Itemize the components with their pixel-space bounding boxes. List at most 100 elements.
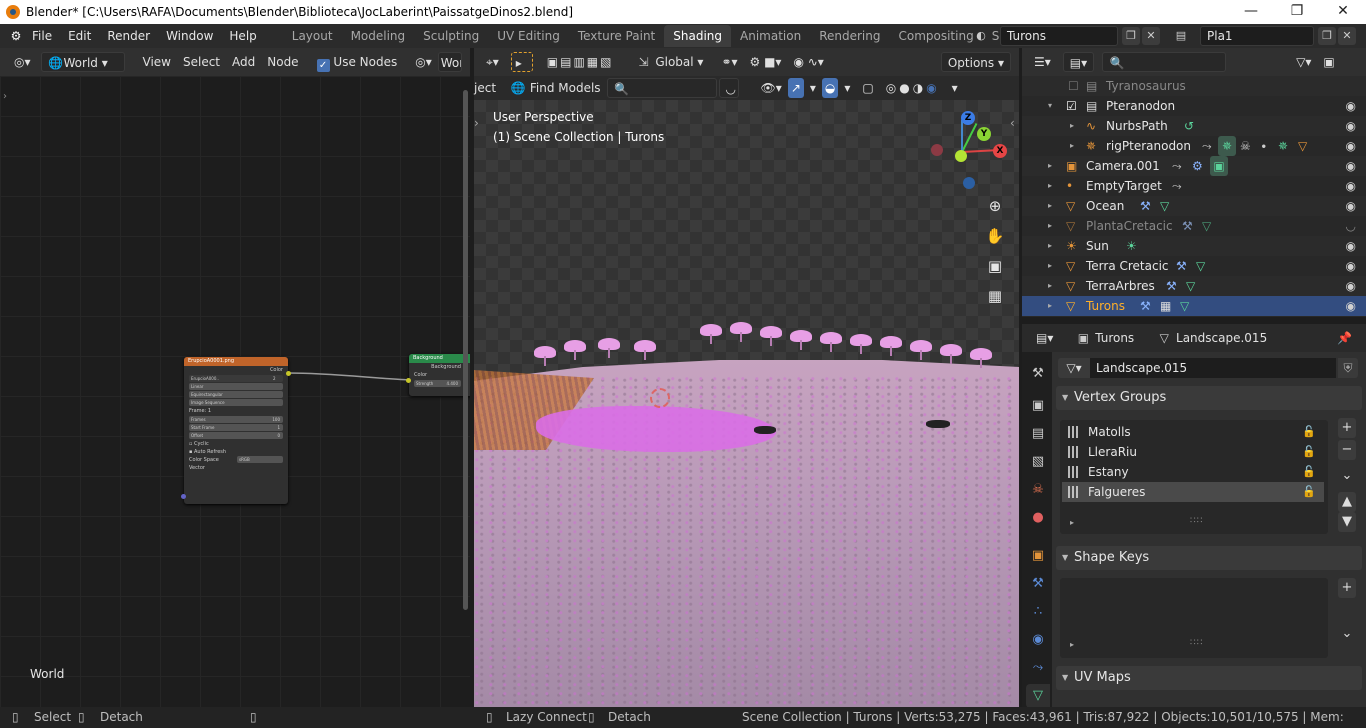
pin-icon[interactable]: 📌 xyxy=(1331,328,1358,348)
mesh-name-field[interactable]: Landscape.015 xyxy=(1090,358,1336,378)
viewport-editor-type-icon[interactable]: ⌖▾ xyxy=(480,52,505,72)
checkbox-checked-icon[interactable]: ☑ xyxy=(1066,96,1077,116)
gizmo-y-axis[interactable]: Y xyxy=(977,127,991,141)
auto-refresh-checkbox[interactable]: ▪ Auto Refresh xyxy=(184,448,288,456)
expand-arrow-icon[interactable]: ▸ xyxy=(1048,176,1052,196)
overlays-toggle-icon[interactable]: ◒ xyxy=(821,78,839,98)
vertex-groups-panel-header[interactable]: ▼ Vertex Groups xyxy=(1056,386,1362,410)
eye-icon[interactable]: ◉ xyxy=(1346,256,1356,276)
toolbar-toggle-icon[interactable]: › xyxy=(474,116,479,130)
node-editor-canvas[interactable]: › ErupcioA0001.png Color ErupcioA000.. 2 … xyxy=(0,76,470,707)
vertex-groups-list[interactable]: Matolls 🔓 LleraRiu 🔓 Estany 🔓 Falgueres 🔓 ▸ … xyxy=(1060,420,1328,534)
outliner-item-tyranosaurus[interactable]: ☐ ▤ Tyranosaurus xyxy=(1022,76,1366,96)
pivot-icon[interactable]: ⚭▾ xyxy=(715,52,743,72)
remove-scene-icon[interactable]: ✕ xyxy=(1142,27,1160,45)
outliner-item-camera[interactable]: ▸ ▣ Camera.001 ⤳ ⚙ ▣ ◉ xyxy=(1022,156,1366,176)
zoom-icon[interactable]: ⊕ xyxy=(985,196,1005,216)
use-nodes-checkbox[interactable]: ✓ Use Nodes xyxy=(311,52,404,72)
background-color-input-socket[interactable] xyxy=(406,378,411,383)
close-window-button[interactable]: ✕ xyxy=(1320,0,1366,24)
color-space-dropdown[interactable]: sRGB xyxy=(237,456,283,463)
eye-icon[interactable]: ◉ xyxy=(1346,96,1356,116)
menu-select[interactable]: Select xyxy=(177,52,226,72)
add-shape-key-button[interactable]: + xyxy=(1338,578,1356,598)
move-down-button[interactable]: ▼ xyxy=(1338,512,1356,532)
image-datablock-field[interactable]: ErupcioA000.. 2 xyxy=(189,375,283,382)
offset-field[interactable]: Offset 0 xyxy=(189,432,283,439)
outliner-item-ocean[interactable]: ▸ ▽ Ocean ⚒ ▽ ◉ xyxy=(1022,196,1366,216)
expand-arrow-icon[interactable]: ▸ xyxy=(1048,196,1052,216)
view-layer-icon[interactable]: ▤ xyxy=(1172,27,1190,45)
resize-handle-icon[interactable]: ∷∷ xyxy=(1190,638,1203,648)
color-output-socket[interactable] xyxy=(286,371,291,376)
rendered-shading-icon[interactable]: ◉ xyxy=(926,81,939,95)
shading-mode-icons[interactable]: ◎●◑◉ xyxy=(880,78,946,98)
shading-dropdown-icon[interactable]: ▾ xyxy=(946,78,964,98)
projection-dropdown[interactable]: Equirectangular xyxy=(189,391,283,398)
maximize-button[interactable]: ❐ xyxy=(1274,0,1320,24)
outliner-item-nurbspath[interactable]: ▸ ∿ NurbsPath ↺ ◉ xyxy=(1022,116,1366,136)
eye-icon[interactable]: ◉ xyxy=(1346,296,1356,316)
gizmo-dropdown-icon[interactable]: ▾ xyxy=(804,78,822,98)
editor-type-icon[interactable]: ◎▾ xyxy=(8,52,37,72)
expand-arrow-icon[interactable]: ▸ xyxy=(1048,276,1052,296)
gizmo-neg-x[interactable] xyxy=(931,144,943,156)
interpolation-dropdown[interactable]: Linear xyxy=(189,383,283,390)
move-up-button[interactable]: ▲ xyxy=(1338,492,1356,512)
shape-keys-list[interactable]: ▸ ∷∷ xyxy=(1060,578,1328,658)
output-tab-icon[interactable]: ▤ xyxy=(1026,422,1050,446)
eye-closed-icon[interactable]: ◡ xyxy=(1346,216,1356,236)
mesh-browse-icon[interactable]: ▽▾ xyxy=(1058,358,1090,378)
source-dropdown[interactable]: Image Sequence xyxy=(189,399,283,406)
scene-name-field[interactable]: Turons xyxy=(1000,26,1118,46)
object-menu[interactable]: ject xyxy=(474,78,496,98)
minimize-button[interactable]: — xyxy=(1228,0,1274,24)
viewport-search-field[interactable]: 🔍 xyxy=(606,78,717,98)
tab-uv-editing[interactable]: UV Editing xyxy=(488,25,569,47)
menu-edit[interactable]: Edit xyxy=(60,24,99,48)
outliner-item-pteranodon[interactable]: ▾ ☑ ▤ Pteranodon ◉ xyxy=(1022,96,1366,116)
image-texture-node[interactable]: ErupcioA0001.png Color ErupcioA000.. 2 Li… xyxy=(181,357,291,504)
eye-icon[interactable]: ◉ xyxy=(1346,156,1356,176)
shape-keys-panel-header[interactable]: ▼ Shape Keys xyxy=(1056,546,1362,570)
vertex-group-item[interactable]: Matolls 🔓 xyxy=(1062,422,1324,442)
add-vertex-group-button[interactable]: + xyxy=(1338,418,1356,438)
lock-icon[interactable]: 🔓 xyxy=(1302,462,1316,482)
find-models-button[interactable]: 🌐 Find Models xyxy=(504,78,607,98)
proportional-edit-icon[interactable]: ◉ ∿▾ xyxy=(787,52,829,72)
vertex-group-specials-icon[interactable]: ⌄ xyxy=(1338,466,1356,486)
tab-layout[interactable]: Layout xyxy=(283,25,342,47)
display-mode-icon[interactable]: ▤▾ xyxy=(1062,52,1095,72)
xray-icon[interactable]: ▢ xyxy=(856,78,879,98)
expand-arrow-icon[interactable]: ▸ xyxy=(1070,136,1074,156)
options-dropdown[interactable]: Options ▾ xyxy=(940,52,1011,72)
fake-user-shield-icon[interactable]: ⛨ xyxy=(1338,358,1358,378)
gizmo-toggle-icon[interactable]: ↗ xyxy=(787,78,804,98)
vertex-group-item[interactable]: Estany 🔓 xyxy=(1062,462,1324,482)
scene-tab-icon[interactable]: ☠ xyxy=(1026,478,1050,502)
outliner-item-plantacretacic[interactable]: ▸ ▽ PlantaCretacic ⚒ ▽ ◡ xyxy=(1022,216,1366,236)
remove-view-layer-icon[interactable]: ✕ xyxy=(1338,27,1356,45)
menu-node[interactable]: Node xyxy=(261,52,304,72)
eye-icon[interactable]: ◉ xyxy=(1346,196,1356,216)
node-editor-scrollbar[interactable] xyxy=(463,90,468,610)
expand-arrow-icon[interactable]: ▸ xyxy=(1048,216,1052,236)
outliner-item-rigpteranodon[interactable]: ▸ ✵ rigPteranodon ⤳ ✵ ☠ ∙ ✵ ▽ ◉ xyxy=(1022,136,1366,156)
visibility-icon[interactable]: 👁▾ xyxy=(755,78,788,98)
expand-arrow-icon[interactable]: ▸ xyxy=(1048,296,1052,316)
gizmo-neg-z[interactable] xyxy=(963,177,975,189)
tab-rendering[interactable]: Rendering xyxy=(810,25,889,47)
start-frame-field[interactable]: Start Frame 1 xyxy=(189,424,283,431)
menu-window[interactable]: Window xyxy=(158,24,221,48)
shape-key-specials-icon[interactable]: ⌄ xyxy=(1338,624,1356,644)
new-collection-icon[interactable]: ▣ xyxy=(1317,52,1340,72)
properties-editor-type-icon[interactable]: ▤▾ xyxy=(1030,328,1059,348)
lock-icon[interactable]: 🔓 xyxy=(1302,442,1316,462)
background-node[interactable]: Background Background Color Strength 4.40… xyxy=(406,354,470,396)
physics-tab-icon[interactable]: ◉ xyxy=(1026,628,1050,652)
vector-input-socket[interactable] xyxy=(181,494,186,499)
particles-tab-icon[interactable]: ∴ xyxy=(1026,600,1050,624)
pteranodon-model[interactable] xyxy=(754,426,776,434)
outliner-item-terraarbres[interactable]: ▸ ▽ TerraArbres ⚒ ▽ ◉ xyxy=(1022,276,1366,296)
list-options-arrow-icon[interactable]: ▸ xyxy=(1070,640,1074,649)
